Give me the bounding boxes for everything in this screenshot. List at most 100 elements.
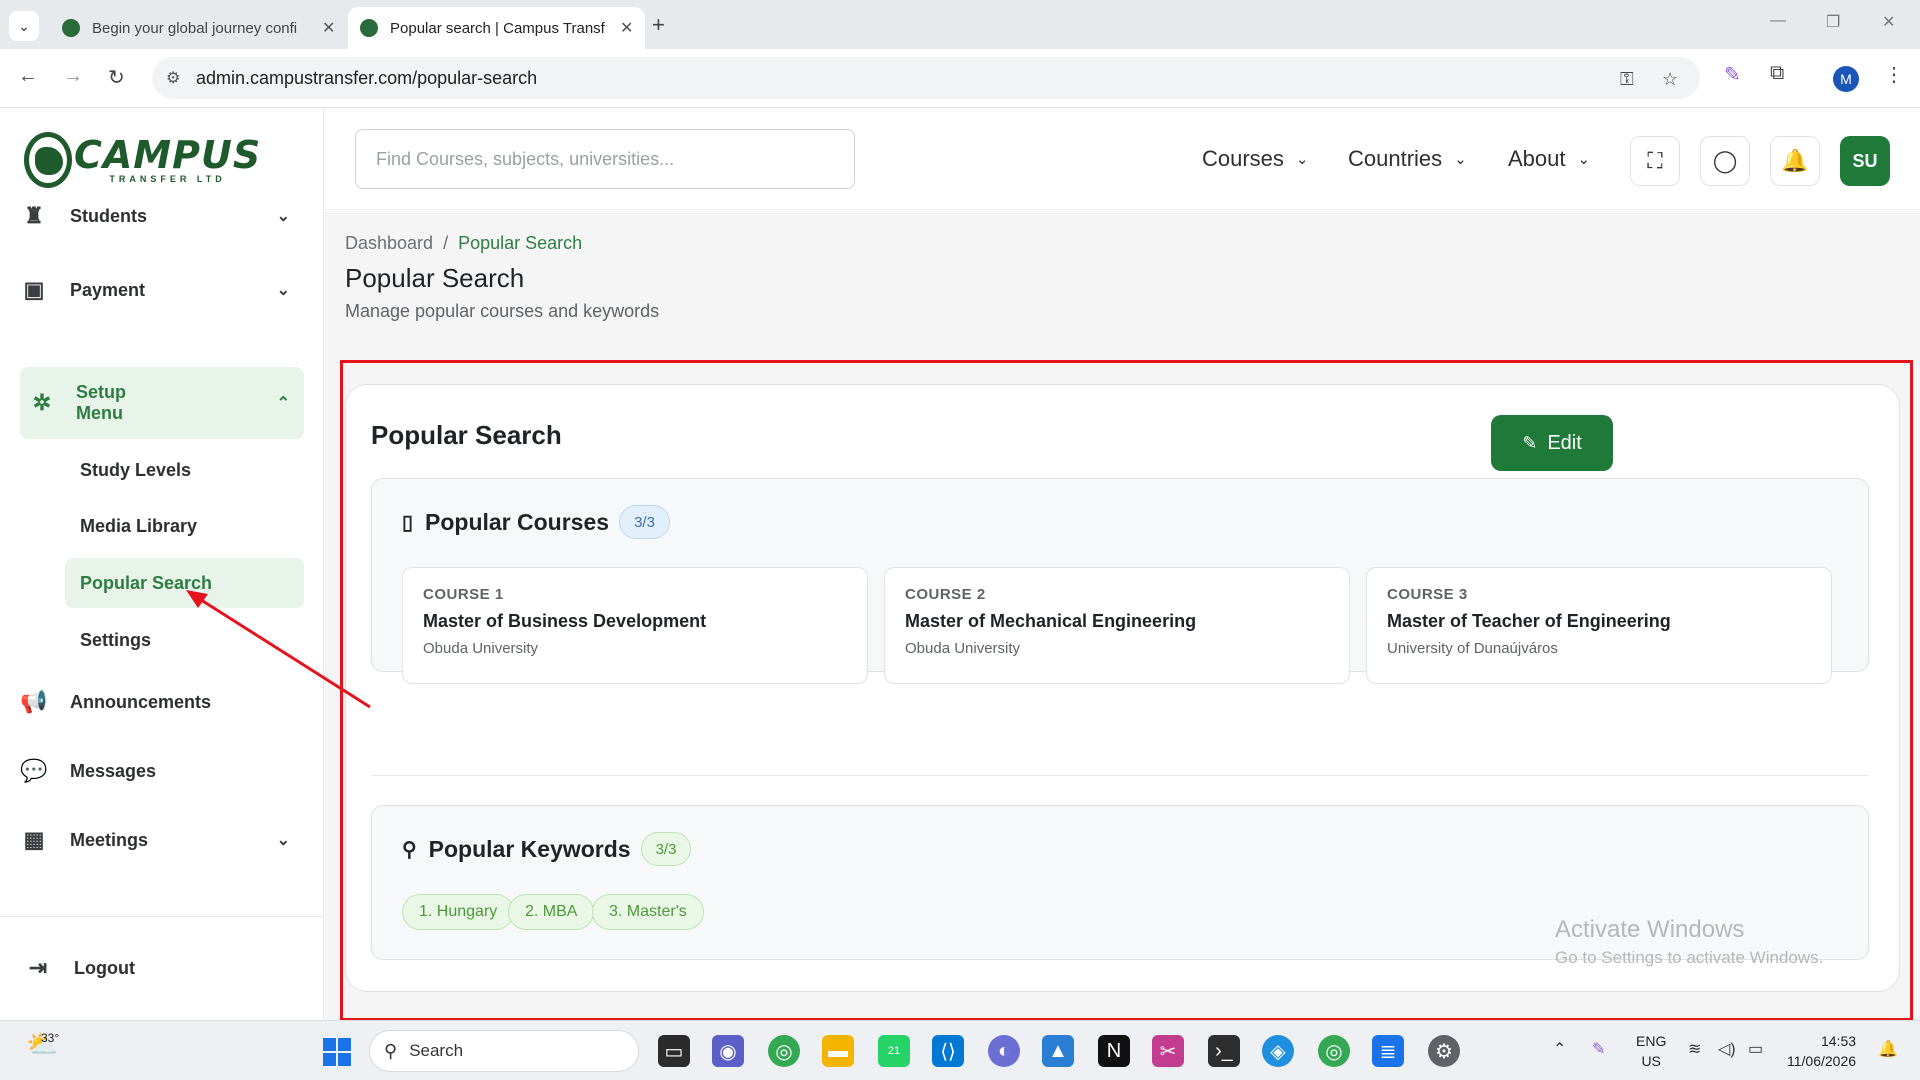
new-tab-icon[interactable]: +: [652, 12, 665, 38]
bell-icon: 🔔: [1781, 148, 1809, 173]
whatsapp-icon[interactable]: 21: [878, 1035, 910, 1067]
logout-button[interactable]: ⇥ Logout: [24, 942, 308, 994]
chrome-icon[interactable]: ◎: [768, 1035, 800, 1067]
file-explorer-icon[interactable]: ▬: [822, 1035, 854, 1067]
calendar-icon: ▦: [23, 827, 45, 852]
sidebar-sub-settings[interactable]: Settings: [65, 615, 304, 665]
tab-search-button[interactable]: ⌄: [9, 11, 39, 41]
nav-courses[interactable]: Courses ⌄: [1202, 146, 1309, 172]
sidebar-sub-media-library[interactable]: Media Library: [65, 501, 304, 551]
extensions-icon[interactable]: ⧉: [1770, 62, 1784, 85]
browser-tab-1[interactable]: Begin your global journey confi ✕: [50, 7, 347, 49]
windows-start-button[interactable]: [323, 1038, 351, 1066]
chevron-down-icon: ⌄: [276, 282, 290, 299]
student-icon: ♜: [24, 203, 44, 228]
favicon-icon: [62, 19, 80, 37]
volume-icon[interactable]: ◁): [1718, 1039, 1736, 1059]
user-avatar[interactable]: SU: [1840, 136, 1890, 186]
chevron-down-icon: ⌄: [1577, 151, 1591, 168]
wifi-icon[interactable]: ≋: [1688, 1039, 1701, 1059]
vpn-icon[interactable]: ◈: [1262, 1035, 1294, 1067]
messages-button[interactable]: ◯: [1700, 136, 1750, 186]
chat-icon: 💬: [20, 758, 48, 783]
search-icon: ⚲: [384, 1040, 398, 1061]
chevron-down-icon: ⌄: [276, 832, 290, 849]
system-clock[interactable]: 14:53 11/06/2026: [1787, 1031, 1856, 1071]
logout-icon: ⇥: [28, 955, 48, 980]
close-icon[interactable]: ✕: [322, 18, 335, 38]
page-title: Popular Search: [345, 263, 525, 293]
back-icon[interactable]: ←: [18, 65, 38, 88]
megaphone-icon: 📢: [20, 689, 48, 714]
chevron-up-icon: ⌃: [276, 395, 290, 412]
chevron-down-icon: ⌄: [1295, 151, 1309, 168]
search-input[interactable]: [355, 129, 855, 189]
taskbar-search[interactable]: ⚲ Search: [369, 1030, 639, 1072]
favicon-icon: [360, 19, 378, 37]
reload-icon[interactable]: ↻: [108, 65, 125, 90]
site-settings-icon[interactable]: ⚙: [166, 68, 180, 88]
pen-extension-icon[interactable]: ✎: [1724, 62, 1741, 87]
tab-title: Begin your global journey confi: [92, 19, 298, 37]
vscode-icon[interactable]: ⟨⟩: [932, 1035, 964, 1067]
settings-gear-icon[interactable]: ⚙: [1428, 1035, 1460, 1067]
browser-profile-avatar[interactable]: M: [1833, 66, 1859, 92]
bookmark-star-icon[interactable]: ☆: [1662, 69, 1678, 90]
page-subtitle: Manage popular courses and keywords: [345, 301, 660, 321]
tab-title: Popular search | Campus Transf: [390, 19, 605, 37]
close-icon[interactable]: ✕: [620, 18, 633, 38]
chrome-profile-icon[interactable]: ◎: [1318, 1035, 1350, 1067]
sidebar-item-meetings[interactable]: ▦ Meetings ⌄: [20, 814, 304, 866]
browser-tab-2[interactable]: Popular search | Campus Transf ✕: [348, 7, 646, 49]
browser-menu-icon[interactable]: ⋮: [1884, 62, 1904, 87]
nav-countries[interactable]: Countries ⌄: [1348, 146, 1467, 172]
sidebar-item-setup-menu[interactable]: ✲ Setup Menu ⌃: [20, 367, 304, 439]
logo-wordmark: CAMPUS: [74, 133, 262, 177]
task-view-icon[interactable]: ▭: [658, 1035, 690, 1067]
chevron-down-icon: ⌄: [276, 208, 290, 225]
notification-bell-icon[interactable]: 🔔: [1878, 1039, 1898, 1059]
minimize-icon[interactable]: —: [1770, 12, 1786, 30]
notion-icon[interactable]: N: [1098, 1035, 1130, 1067]
battery-icon[interactable]: ▭: [1748, 1039, 1763, 1059]
weather-temp: 33°: [41, 1031, 60, 1045]
fullscreen-button[interactable]: ⛶: [1630, 136, 1680, 186]
gear-icon: ✲: [32, 390, 52, 415]
snipping-tool-icon[interactable]: ✂: [1152, 1035, 1184, 1067]
notepad-icon[interactable]: ≣: [1372, 1035, 1404, 1067]
breadcrumb-current: Popular Search: [458, 233, 583, 253]
activate-windows-watermark: Activate Windows Go to Settings to activ…: [1555, 916, 1824, 967]
window-close-icon[interactable]: ✕: [1882, 12, 1895, 32]
password-key-icon[interactable]: ⚿: [1620, 69, 1634, 90]
sidebar-sub-study-levels[interactable]: Study Levels: [65, 445, 304, 495]
terminal-icon[interactable]: ›_: [1208, 1035, 1240, 1067]
breadcrumb-dashboard[interactable]: Dashboard: [345, 233, 433, 253]
pen-tray-icon[interactable]: ✎: [1592, 1039, 1605, 1059]
sidebar-item-announcements[interactable]: 📢 Announcements: [20, 676, 304, 728]
campus-logo[interactable]: CAMPUS TRANSFER LTD: [24, 128, 261, 192]
nav-about[interactable]: About ⌄: [1508, 146, 1590, 172]
photos-icon[interactable]: ▲: [1042, 1035, 1074, 1067]
sidebar-sub-popular-search[interactable]: Popular Search: [65, 558, 304, 608]
teams-icon[interactable]: ◉: [712, 1035, 744, 1067]
forward-icon[interactable]: →: [63, 65, 83, 88]
chevron-down-icon: ⌄: [1454, 151, 1467, 168]
main-content: Dashboard / Popular Search Popular Search …: [325, 211, 1920, 1021]
copilot-icon[interactable]: ◐: [988, 1035, 1020, 1067]
sidebar-item-messages[interactable]: 💬 Messages: [20, 745, 304, 797]
breadcrumb: Dashboard / Popular Search: [345, 233, 583, 253]
sidebar-item-payment[interactable]: ▣ Payment ⌄: [20, 264, 304, 316]
sidebar: CAMPUS TRANSFER LTD ♜ Students ⌄ ▣ Payme…: [0, 108, 324, 1020]
sidebar-item-students[interactable]: ♜ Students ⌄: [20, 190, 304, 242]
address-bar[interactable]: ⚙ admin.campustransfer.com/popular-searc…: [152, 57, 1700, 99]
sidebar-divider: [0, 916, 324, 917]
browser-toolbar: ← → ↻ ⚙ admin.campustransfer.com/popular…: [0, 49, 1920, 108]
restore-icon[interactable]: ❐: [1826, 12, 1840, 32]
windows-taskbar: ⛅ 33° ⚲ Search ▭ ◉ ◎ ▬ 21 ⟨⟩ ◐ ▲ N ✂ ›_ ◈…: [0, 1020, 1920, 1080]
language-indicator[interactable]: ENG US: [1636, 1031, 1666, 1071]
globe-logo-icon: [24, 132, 72, 188]
tray-chevron-up-icon[interactable]: ⌃: [1553, 1039, 1566, 1059]
logo-subtitle: TRANSFER LTD: [109, 174, 226, 184]
fullscreen-icon: ⛶: [1647, 148, 1663, 173]
notifications-button[interactable]: 🔔: [1770, 136, 1820, 186]
